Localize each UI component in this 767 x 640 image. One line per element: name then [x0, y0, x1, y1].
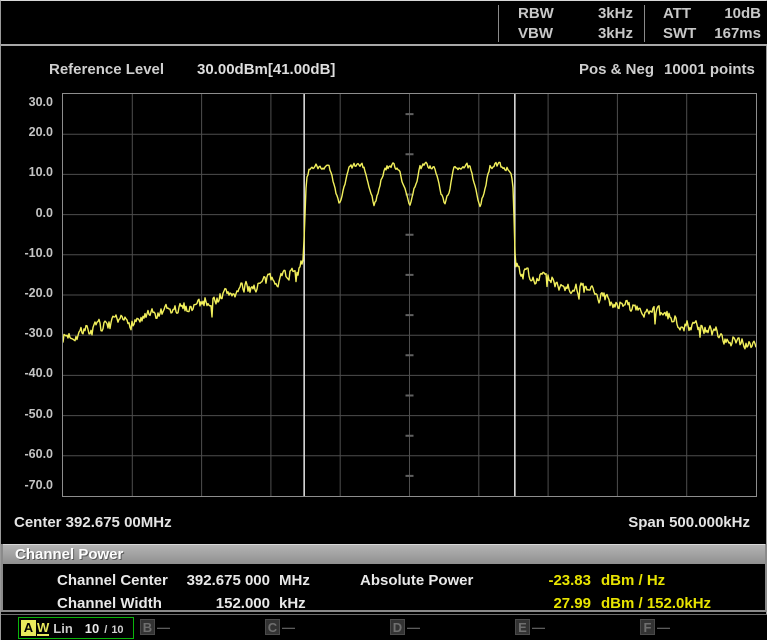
channel-power-title: Channel Power: [3, 544, 765, 564]
trace-a-average-count: 10: [85, 621, 99, 636]
spectrum-plot: [63, 94, 756, 496]
y-axis-tick-label: -30.0: [1, 326, 53, 340]
rbw-value: 3kHz: [561, 5, 633, 25]
absolute-power-unit-channel: dBm / 152.0kHz: [601, 595, 711, 612]
trace-a-average-total: 10: [111, 624, 123, 636]
trace-c-indicator-inactive[interactable]: C—: [265, 618, 295, 636]
trace-status-bar: A W Lin 10 / 10 B—C—D—E—F—: [1, 614, 767, 640]
reference-level-label: Reference Level: [49, 61, 164, 78]
trace-b-indicator-inactive[interactable]: B—: [140, 618, 170, 636]
y-axis-tick-label: 10.0: [1, 165, 53, 179]
trace-letter: F: [640, 619, 655, 635]
channel-width-label: Channel Width: [57, 595, 162, 612]
y-axis-tick-label: 30.0: [1, 95, 53, 109]
trace-a-indicator[interactable]: A W Lin 10 / 10: [18, 617, 134, 639]
channel-width-value: 152.000: [170, 595, 270, 612]
trace-d-indicator-inactive[interactable]: D—: [390, 618, 420, 636]
att-value: 10dB: [701, 5, 761, 25]
channel-center-value: 392.675 000: [170, 572, 270, 589]
vbw-label: VBW: [518, 25, 553, 45]
trace-inactive-dash: —: [532, 620, 545, 635]
trace-a-average-type: Lin: [53, 621, 73, 636]
y-axis-tick-label: 0.0: [1, 206, 53, 220]
channel-power-panel: Channel Power Channel Center 392.675 000…: [1, 544, 767, 612]
trace-inactive-dash: —: [157, 620, 170, 635]
trace-letter: D: [390, 619, 405, 635]
trace-inactive-dash: —: [407, 620, 420, 635]
trace-inactive-dash: —: [282, 620, 295, 635]
y-axis-tick-label: 20.0: [1, 125, 53, 139]
spectrum-analyzer-screen: RBW 3kHz VBW 3kHz ATT 10dB SWT 167ms Ref…: [0, 0, 767, 640]
settings-bar: RBW 3kHz VBW 3kHz ATT 10dB SWT 167ms: [1, 1, 767, 46]
center-frequency-label: Center 392.675 00MHz: [14, 514, 172, 531]
channel-center-label: Channel Center: [57, 572, 168, 589]
channel-width-unit: kHz: [279, 595, 306, 612]
y-axis-tick-label: -10.0: [1, 246, 53, 260]
trace-a-average-separator: /: [104, 624, 107, 636]
swt-value: 167ms: [701, 25, 761, 45]
trace-a-letter: A: [21, 620, 36, 636]
y-axis-tick-label: -40.0: [1, 366, 53, 380]
reference-level-value: 30.00dBm[41.00dB]: [197, 61, 335, 78]
absolute-power-label: Absolute Power: [360, 572, 473, 589]
y-axis-tick-label: -20.0: [1, 286, 53, 300]
swt-label: SWT: [663, 25, 696, 45]
trace-letter: B: [140, 619, 155, 635]
vertical-divider: [644, 5, 645, 42]
trace-e-indicator-inactive[interactable]: E—: [515, 618, 545, 636]
span-label: Span 500.000kHz: [628, 514, 750, 531]
y-axis-tick-label: -50.0: [1, 407, 53, 421]
y-axis-tick-label: -60.0: [1, 447, 53, 461]
trace-f-indicator-inactive[interactable]: F—: [640, 618, 670, 636]
att-label: ATT: [663, 5, 691, 25]
sweep-points-label: 10001 points: [664, 61, 755, 78]
absolute-power-value-channel: 27.99: [511, 595, 591, 612]
spectrum-plot-area: [62, 93, 757, 497]
absolute-power-unit-hz: dBm / Hz: [601, 572, 665, 589]
trace-inactive-dash: —: [657, 620, 670, 635]
absolute-power-value-hz: -23.83: [511, 572, 591, 589]
trace-a-write-mode: W: [37, 621, 49, 636]
vbw-value: 3kHz: [561, 25, 633, 45]
rbw-label: RBW: [518, 5, 554, 25]
trace-letter: E: [515, 619, 530, 635]
channel-center-unit: MHz: [279, 572, 310, 589]
vertical-divider: [498, 5, 499, 42]
detector-mode-label: Pos & Neg: [579, 61, 654, 78]
trace-letter: C: [265, 619, 280, 635]
y-axis-tick-label: -70.0: [1, 478, 53, 492]
